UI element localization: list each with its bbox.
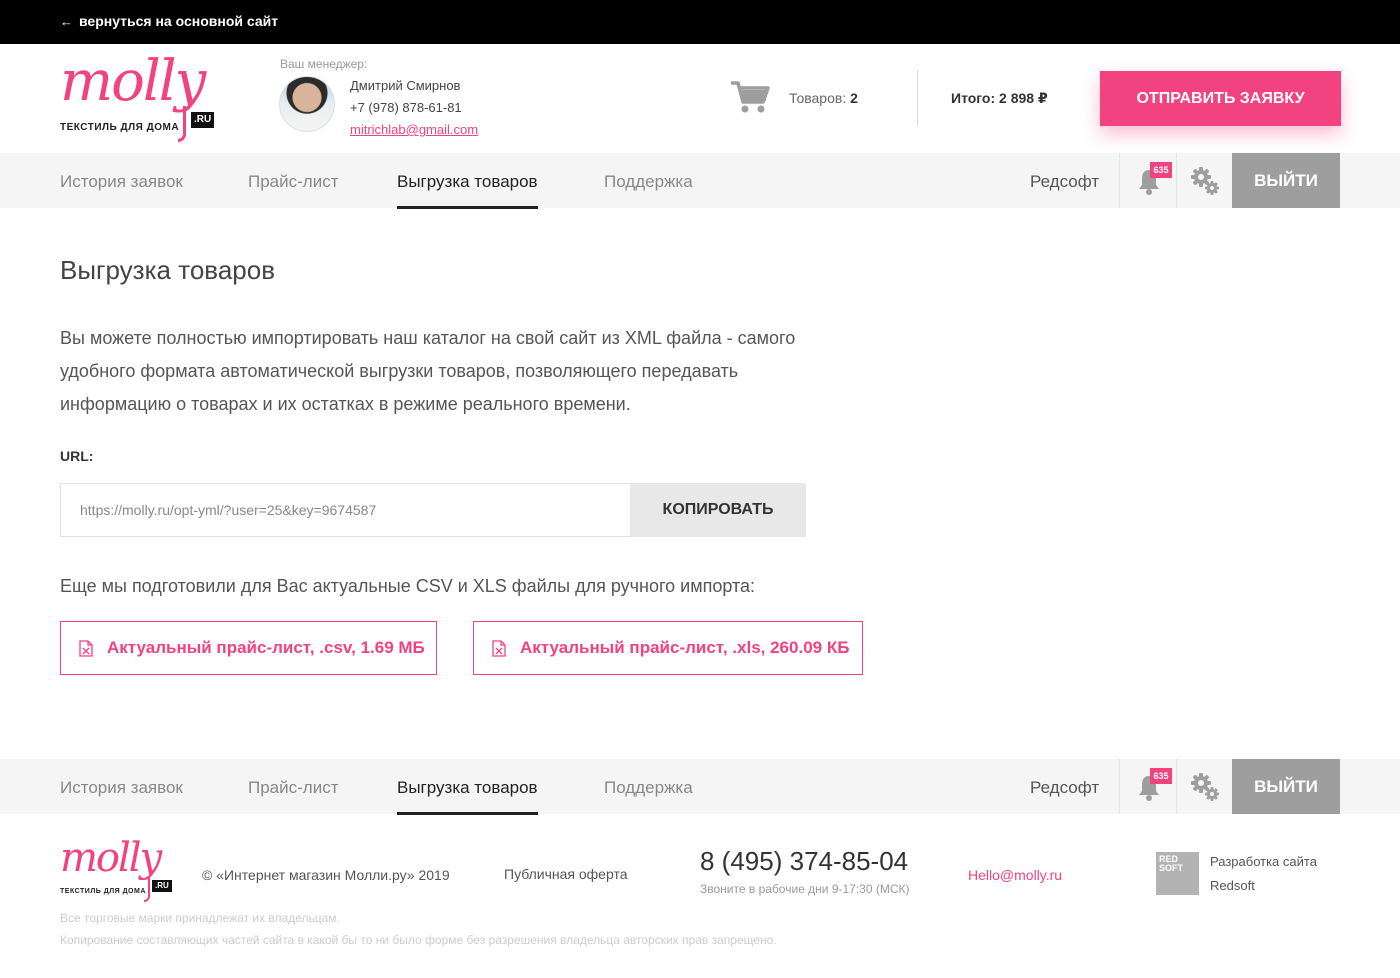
- nav-separator: [1119, 759, 1120, 814]
- back-to-main-site-link[interactable]: ← вернуться на основной сайт: [60, 13, 278, 29]
- cart-count-value: 2: [850, 90, 858, 106]
- nav-item-product-export[interactable]: Выгрузка товаров: [397, 172, 538, 209]
- download-xls-label: Актуальный прайс-лист, .xls, 260.09 КБ: [520, 638, 850, 657]
- logo-tagline: ТЕКСТИЛЬ ДЛЯ ДОМА: [60, 122, 180, 133]
- footer-copyright: © «Интернет магазин Молли.ру» 2019: [202, 867, 450, 883]
- footer-nav: История заявок Прайс-лист Выгрузка товар…: [0, 759, 1400, 815]
- developer-link[interactable]: Redsoft: [1210, 878, 1255, 893]
- footer-trademarks-note: Все торговые марки принадлежат их владел…: [60, 911, 340, 925]
- file-excel-icon: [79, 639, 93, 657]
- cart-count[interactable]: Товаров: 2: [789, 90, 858, 106]
- intro-text: Вы можете полностью импортировать наш ка…: [60, 328, 796, 414]
- nav-user-name[interactable]: Редсофт: [1030, 172, 1099, 192]
- footer-phone[interactable]: 8 (495) 374-85-04: [700, 846, 908, 877]
- manager-avatar: [279, 76, 335, 132]
- public-offer-link[interactable]: Публичная оферта: [504, 866, 628, 882]
- nav-item-price-list[interactable]: Прайс-лист: [248, 172, 339, 192]
- notifications-badge: 635: [1150, 162, 1172, 178]
- top-bar: ← вернуться на основной сайт: [0, 0, 1400, 44]
- nav-item-price-list[interactable]: Прайс-лист: [248, 778, 339, 798]
- download-csv-label: Актуальный прайс-лист, .csv, 1.69 МБ: [107, 638, 425, 657]
- arrow-left-icon: ←: [60, 13, 73, 29]
- nav-item-support[interactable]: Поддержка: [604, 172, 693, 192]
- download-xls-button[interactable]: Актуальный прайс-лист, .xls, 260.09 КБ: [473, 621, 863, 675]
- download-csv-button[interactable]: Актуальный прайс-лист, .csv, 1.69 МБ: [60, 621, 437, 675]
- manager-label: Ваш менеджер:: [280, 57, 368, 71]
- footer-hours: Звоните в рабочие дни 9-17:30 (МСК): [700, 882, 910, 896]
- footer-email-link[interactable]: Hello@molly.ru: [968, 867, 1062, 883]
- manager-phone: +7 (978) 878-61-81: [350, 100, 462, 115]
- copy-url-button[interactable]: КОПИРОВАТЬ: [630, 483, 806, 537]
- manager-email-link[interactable]: mitrichlab@gmail.com: [350, 122, 478, 137]
- manager-name: Дмитрий Смирнов: [350, 78, 461, 93]
- export-url-field[interactable]: [60, 483, 630, 537]
- developer-logo[interactable]: RED SOFT: [1156, 852, 1199, 895]
- developer-credit: Разработка сайта: [1210, 854, 1317, 869]
- nav-item-product-export[interactable]: Выгрузка товаров: [397, 778, 538, 815]
- header-divider: [917, 70, 918, 126]
- page-title: Выгрузка товаров: [60, 255, 276, 285]
- settings-gear-icon[interactable]: [1190, 772, 1220, 802]
- url-label: URL:: [60, 448, 94, 464]
- file-excel-icon: [492, 639, 506, 657]
- submit-order-button[interactable]: ОТПРАВИТЬ ЗАЯВКУ: [1100, 71, 1341, 126]
- logo-flourish: [178, 106, 186, 142]
- logo-tld: .RU: [191, 112, 215, 128]
- logo-wordmark: molly: [60, 49, 206, 114]
- footer-brand-logo[interactable]: molly .RU ТЕКСТИЛЬ ДЛЯ ДОМА: [60, 838, 175, 903]
- nav-separator: [1119, 153, 1120, 208]
- cart-total: Итого: 2 898 ₽: [951, 90, 1048, 106]
- cart-count-label: Товаров:: [789, 90, 847, 106]
- logo-tagline: ТЕКСТИЛЬ ДЛЯ ДОМА: [60, 888, 146, 895]
- main-nav: История заявок Прайс-лист Выгрузка товар…: [0, 153, 1400, 209]
- nav-item-order-history[interactable]: История заявок: [60, 172, 183, 192]
- nav-item-support[interactable]: Поддержка: [604, 778, 693, 798]
- logout-button[interactable]: ВЫЙТИ: [1232, 759, 1340, 814]
- footer-copyright-note: Копирование составляющих частей сайта в …: [60, 933, 777, 947]
- nav-separator: [1176, 759, 1177, 814]
- back-link-label: вернуться на основной сайт: [79, 13, 279, 29]
- nav-separator: [1176, 153, 1177, 208]
- logout-button[interactable]: ВЫЙТИ: [1232, 153, 1340, 208]
- settings-gear-icon[interactable]: [1190, 166, 1220, 196]
- files-note: Еще мы подготовили для Вас актуальные CS…: [60, 576, 756, 596]
- cart-icon[interactable]: [730, 80, 770, 114]
- nav-user-name[interactable]: Редсофт: [1030, 778, 1099, 798]
- logo-wordmark: molly: [60, 835, 162, 881]
- brand-logo[interactable]: molly .RU ТЕКСТИЛЬ ДЛЯ ДОМА: [60, 54, 220, 144]
- logo-tld: .RU: [152, 880, 172, 892]
- nav-item-order-history[interactable]: История заявок: [60, 778, 183, 798]
- header: molly .RU ТЕКСТИЛЬ ДЛЯ ДОМА Ваш менеджер…: [0, 44, 1400, 153]
- notifications-badge: 635: [1150, 768, 1172, 784]
